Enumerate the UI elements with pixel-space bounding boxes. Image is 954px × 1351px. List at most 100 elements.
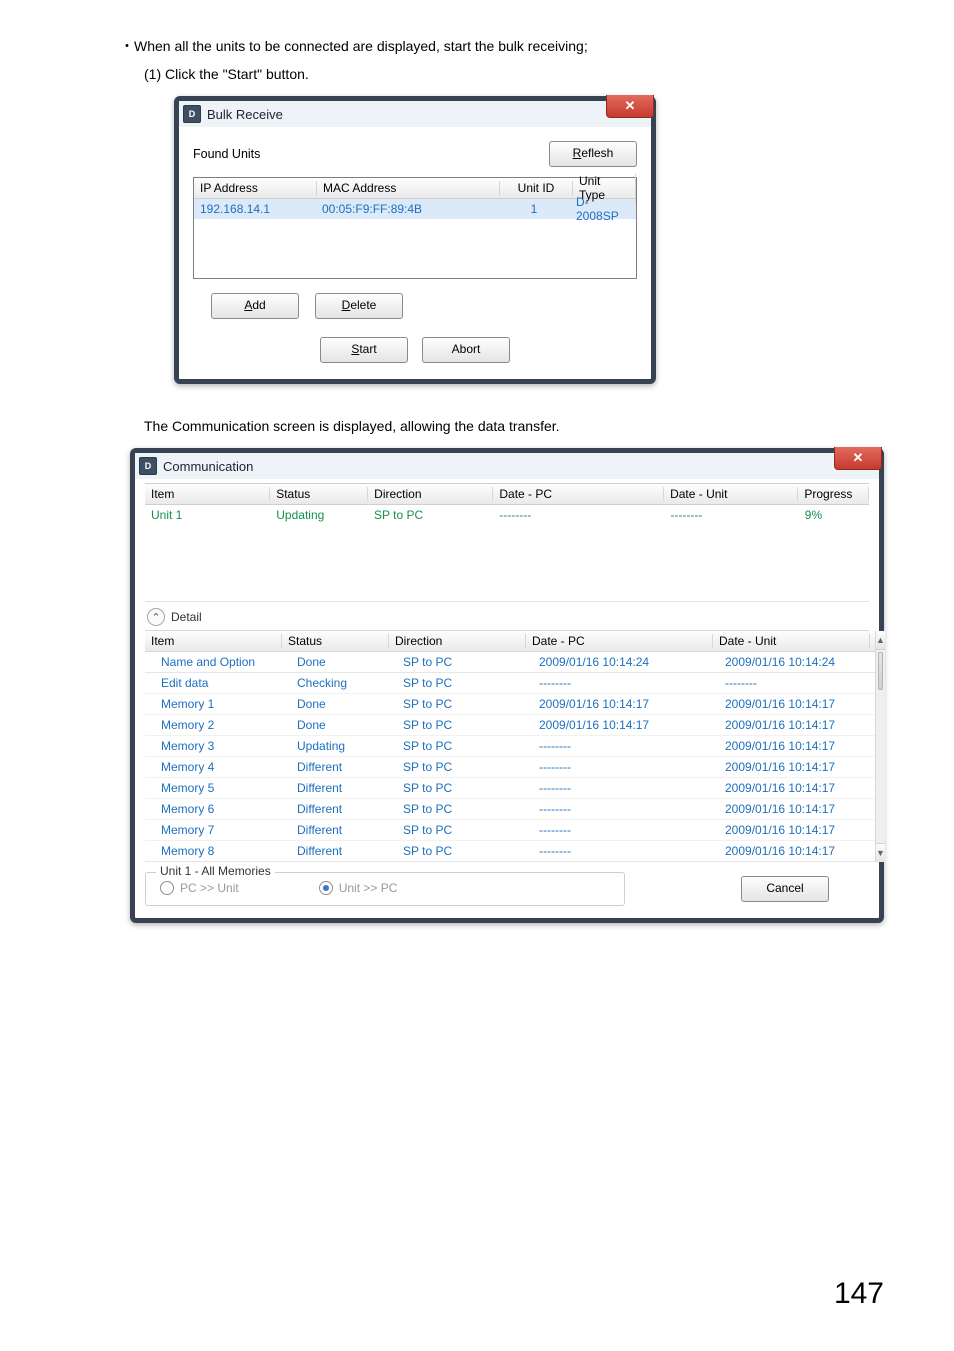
cell-date-unit: 2009/01/16 10:14:17 [719,781,875,795]
cell-direction: SP to PC [397,739,533,753]
detail-toggle[interactable]: ⌃ [147,608,165,626]
cell-direction: SP to PC [397,697,533,711]
memories-fieldset: Unit 1 - All Memories PC >> Unit Unit >>… [145,872,625,906]
cell-direction: SP to PC [397,781,533,795]
col-status[interactable]: Status [282,634,389,648]
cell-item: Memory 3 [145,739,291,753]
radio-unit-to-pc[interactable]: Unit >> PC [319,881,398,895]
detail-row[interactable]: Memory 7DifferentSP to PC--------2009/01… [145,819,875,840]
summary-header: Item Status Direction Date - PC Date - U… [145,483,869,505]
detail-row[interactable]: Memory 2DoneSP to PC2009/01/16 10:14:172… [145,714,875,735]
abort-button[interactable]: Abort [422,337,510,363]
titlebar: D Communication ✕ [135,453,879,479]
detail-row[interactable]: Memory 5DifferentSP to PC--------2009/01… [145,777,875,798]
cell-date-pc: -------- [533,823,719,837]
fieldset-legend: Unit 1 - All Memories [156,864,275,878]
cell-item: Name and Option [145,655,291,669]
scroll-thumb[interactable] [878,652,883,690]
col-date-pc[interactable]: Date - PC [526,634,713,648]
instruction-step: (1) Click the "Start" button. [144,66,854,82]
summary-empty-area [145,525,869,602]
detail-table: Item Status Direction Date - PC Date - U… [145,631,875,862]
cell-direction: SP to PC [397,676,533,690]
page-number: 147 [834,1277,884,1311]
cell-mac: 00:05:F9:FF:89:4B [316,202,498,216]
cell-direction: SP to PC [397,802,533,816]
detail-row[interactable]: Memory 6DifferentSP to PC--------2009/01… [145,798,875,819]
col-status[interactable]: Status [270,487,368,501]
cell-date-pc: -------- [533,781,719,795]
scroll-down-button[interactable]: ▼ [876,843,885,862]
cell-date-unit: 2009/01/16 10:14:17 [719,823,875,837]
cell-item: Memory 6 [145,802,291,816]
cell-item: Memory 5 [145,781,291,795]
add-button[interactable]: Add [211,293,299,319]
detail-scrollbar[interactable]: ▲ ▼ [875,631,885,862]
titlebar: D Bulk Receive ✕ [179,101,651,127]
summary-row[interactable]: Unit 1 Updating SP to PC -------- ------… [145,505,869,525]
cell-status: Different [291,781,397,795]
col-item[interactable]: Item [145,487,270,501]
cell-status: Checking [291,676,397,690]
cell-date-unit: -------- [664,508,798,522]
col-ip[interactable]: IP Address [194,181,317,195]
cell-ip: 192.168.14.1 [194,202,316,216]
col-direction[interactable]: Direction [389,634,526,648]
cell-status: Updating [291,739,397,753]
detail-row[interactable]: Memory 8DifferentSP to PC--------2009/01… [145,840,875,861]
detail-row[interactable]: Memory 4DifferentSP to PC--------2009/01… [145,756,875,777]
window-title: Bulk Receive [207,107,283,122]
cell-unit-id: 1 [498,202,570,216]
cell-item: Memory 2 [145,718,291,732]
detail-row[interactable]: Memory 1DoneSP to PC2009/01/16 10:14:172… [145,693,875,714]
close-button[interactable]: ✕ [834,447,882,470]
cell-date-unit: 2009/01/16 10:14:17 [719,697,875,711]
scroll-up-button[interactable]: ▲ [876,631,885,650]
radio-icon [319,881,333,895]
col-direction[interactable]: Direction [368,487,493,501]
cell-date-pc: -------- [493,508,664,522]
cell-status: Done [291,697,397,711]
refresh-button[interactable]: Reflesh [549,141,637,167]
radio-pc-to-unit[interactable]: PC >> Unit [160,881,239,895]
cell-direction: SP to PC [397,718,533,732]
col-progress[interactable]: Progress [798,487,869,501]
app-icon: D [183,105,201,123]
cell-date-unit: 2009/01/16 10:14:24 [719,655,875,669]
detail-row[interactable]: Memory 3UpdatingSP to PC--------2009/01/… [145,735,875,756]
cell-item: Memory 8 [145,844,291,858]
cell-date-unit: 2009/01/16 10:14:17 [719,760,875,774]
communication-window: D Communication ✕ Item Status Direction … [130,448,884,923]
cell-progress: 9% [799,508,869,522]
units-table: IP Address MAC Address Unit ID Unit Type… [193,177,637,279]
cell-item: Memory 7 [145,823,291,837]
col-unit-id[interactable]: Unit ID [500,181,573,195]
cell-item: Edit data [145,676,291,690]
cell-date-unit: 2009/01/16 10:14:17 [719,739,875,753]
cell-item: Memory 1 [145,697,291,711]
detail-row[interactable]: Edit dataCheckingSP to PC---------------… [145,672,875,693]
cell-status: Different [291,844,397,858]
close-button[interactable]: ✕ [606,95,654,118]
units-table-row[interactable]: 192.168.14.1 00:05:F9:FF:89:4B 1 D-2008S… [194,199,636,219]
col-date-unit[interactable]: Date - Unit [664,487,798,501]
cell-date-pc: -------- [533,802,719,816]
cell-item: Unit 1 [145,508,270,522]
cell-direction: SP to PC [397,760,533,774]
col-item[interactable]: Item [145,634,282,648]
cell-date-unit: 2009/01/16 10:14:17 [719,802,875,816]
detail-row[interactable]: Name and OptionDoneSP to PC2009/01/16 10… [145,652,875,672]
summary-list: Item Status Direction Date - PC Date - U… [145,483,869,602]
col-date-unit[interactable]: Date - Unit [713,634,870,648]
cell-date-pc: -------- [533,760,719,774]
delete-button[interactable]: Delete [315,293,403,319]
scroll-track[interactable] [876,650,885,843]
cell-direction: SP to PC [397,655,533,669]
col-date-pc[interactable]: Date - PC [493,487,664,501]
transition-note: The Communication screen is displayed, a… [144,418,854,434]
start-button[interactable]: Start [320,337,408,363]
cancel-button[interactable]: Cancel [741,876,829,902]
cell-direction: SP to PC [368,508,493,522]
col-mac[interactable]: MAC Address [317,181,500,195]
cell-status: Done [291,718,397,732]
